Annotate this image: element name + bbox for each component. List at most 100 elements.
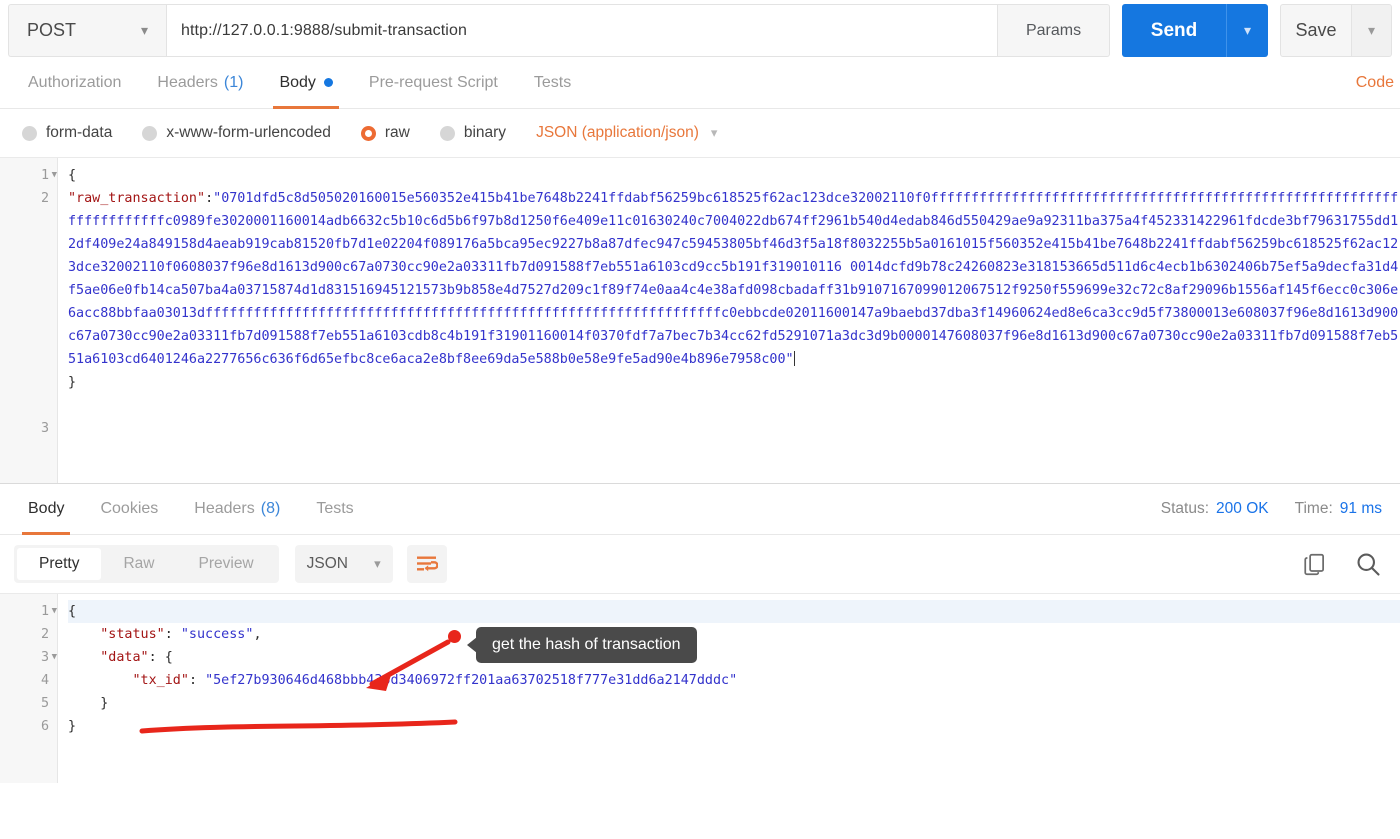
- radio-icon: [22, 126, 37, 141]
- save-button[interactable]: Save: [1280, 4, 1352, 57]
- tab-label: Authorization: [28, 74, 121, 92]
- send-options-chevron-icon[interactable]: ▾: [1226, 4, 1268, 57]
- line-number: 3: [0, 417, 57, 440]
- json-key-status: "status": [100, 627, 165, 642]
- response-tab-tests[interactable]: Tests: [298, 483, 371, 535]
- body-type-form-data[interactable]: form-data: [22, 124, 112, 142]
- request-body-editor[interactable]: 1 ▼ 2 3 {"raw_transaction":"0701dfd5c8d5…: [0, 157, 1400, 483]
- tab-pre-request-script[interactable]: Pre-request Script: [351, 57, 516, 109]
- chevron-down-icon: ▾: [711, 125, 718, 141]
- json-quote: ": [786, 352, 794, 367]
- body-modified-dot-icon: [324, 78, 333, 87]
- line-number: 2: [0, 187, 57, 210]
- response-code-area[interactable]: { "status": "success", "data": { "tx_id"…: [58, 594, 1400, 783]
- send-button-group: Send ▾: [1122, 4, 1268, 57]
- raw-transaction-hex: 0701dfd5c8d505020160015e560352e415b41be7…: [68, 191, 1398, 367]
- time-value: 91 ms: [1340, 500, 1382, 518]
- code-line: "data": {: [68, 646, 1400, 669]
- code-line: "status": "success",: [68, 623, 1400, 646]
- tab-authorization[interactable]: Authorization: [10, 57, 139, 109]
- code-line: }: [68, 715, 1400, 738]
- line-number: 4: [0, 669, 57, 692]
- chevron-down-icon: ▾: [141, 22, 148, 39]
- request-code-area[interactable]: {"raw_transaction":"0701dfd5c8d505020160…: [58, 158, 1400, 483]
- content-type-selector[interactable]: JSON (application/json) ▾: [536, 124, 717, 142]
- response-format-label: JSON: [307, 555, 348, 573]
- tab-label: Tests: [534, 74, 571, 92]
- content-type-label: JSON (application/json): [536, 124, 699, 142]
- tab-label: Tests: [316, 500, 353, 518]
- json-key: "raw_transaction": [68, 191, 205, 206]
- params-button[interactable]: Params: [998, 4, 1110, 57]
- body-type-label: x-www-form-urlencoded: [166, 124, 331, 142]
- tab-label: Headers: [157, 74, 217, 92]
- http-method-label: POST: [27, 20, 76, 41]
- copy-icon[interactable]: [1302, 551, 1328, 577]
- json-brace: }: [68, 375, 76, 390]
- line-number: 2: [0, 623, 57, 646]
- response-body-editor[interactable]: 1 ▼ 2 3 ▼ 4 5 6 { "status": "success", "…: [0, 593, 1400, 783]
- http-method-selector[interactable]: POST ▾: [8, 4, 166, 57]
- body-type-binary[interactable]: binary: [440, 124, 506, 142]
- body-type-urlencoded[interactable]: x-www-form-urlencoded: [142, 124, 331, 142]
- response-headers-count: (8): [261, 500, 281, 518]
- tab-label: Cookies: [100, 500, 158, 518]
- url-input[interactable]: http://127.0.0.1:9888/submit-transaction: [166, 4, 998, 57]
- fold-arrow-icon[interactable]: ▼: [52, 164, 57, 187]
- fold-arrow-icon[interactable]: ▼: [52, 600, 57, 623]
- time-label: Time:: [1295, 500, 1333, 518]
- response-format-selector[interactable]: JSON ▾: [295, 545, 393, 583]
- headers-count: (1): [224, 74, 244, 92]
- text-caret: [794, 351, 795, 366]
- view-mode-pretty[interactable]: Pretty: [17, 548, 101, 580]
- code-link[interactable]: Code: [1356, 74, 1394, 92]
- json-value-tx-id: "5ef27b930646d468bbb436d3406972ff201aa63…: [205, 673, 737, 688]
- tab-label: Body: [28, 500, 64, 518]
- view-mode-preview[interactable]: Preview: [177, 548, 276, 580]
- tab-tests[interactable]: Tests: [516, 57, 589, 109]
- response-action-icons: [1302, 550, 1382, 578]
- tab-label: Body: [279, 74, 315, 92]
- radio-icon: [440, 126, 455, 141]
- view-mode-raw[interactable]: Raw: [101, 548, 176, 580]
- json-key-tx-id: "tx_id": [133, 673, 189, 688]
- line-wrap-spacer: [0, 210, 57, 417]
- search-icon[interactable]: [1354, 550, 1382, 578]
- request-gutter: 1 ▼ 2 3: [0, 158, 58, 483]
- line-number: 1 ▼: [0, 164, 57, 187]
- body-type-raw[interactable]: raw: [361, 124, 410, 142]
- body-type-row: form-data x-www-form-urlencoded raw bina…: [0, 109, 1400, 157]
- json-colon: :: [205, 191, 213, 206]
- url-text: http://127.0.0.1:9888/submit-transaction: [181, 22, 467, 40]
- line-number: 3 ▼: [0, 646, 57, 669]
- word-wrap-button[interactable]: [407, 545, 447, 583]
- tab-label: Headers: [194, 500, 254, 518]
- response-tab-cookies[interactable]: Cookies: [82, 483, 176, 535]
- body-type-label: form-data: [46, 124, 112, 142]
- json-key-data: "data": [100, 650, 148, 665]
- status-label: Status:: [1161, 500, 1209, 518]
- status-value: 200 OK: [1216, 500, 1269, 518]
- response-meta: Status: 200 OK Time: 91 ms: [1161, 500, 1382, 518]
- save-options-chevron-icon[interactable]: ▾: [1352, 4, 1392, 57]
- json-brace: }: [68, 719, 76, 734]
- radio-selected-icon: [361, 126, 376, 141]
- tab-headers[interactable]: Headers (1): [139, 57, 261, 109]
- response-tab-body[interactable]: Body: [10, 483, 82, 535]
- save-button-group: Save ▾: [1280, 4, 1392, 57]
- code-line: {: [68, 600, 1400, 623]
- body-type-label: raw: [385, 124, 410, 142]
- request-url-bar: POST ▾ http://127.0.0.1:9888/submit-tran…: [0, 0, 1400, 57]
- send-button[interactable]: Send: [1122, 4, 1226, 57]
- line-number: 6: [0, 715, 57, 738]
- response-gutter: 1 ▼ 2 3 ▼ 4 5 6: [0, 594, 58, 783]
- response-tab-headers[interactable]: Headers (8): [176, 483, 298, 535]
- fold-arrow-icon[interactable]: ▼: [52, 646, 57, 669]
- json-quote: ": [213, 191, 221, 206]
- word-wrap-icon: [416, 555, 438, 573]
- chevron-down-icon: ▾: [374, 556, 381, 572]
- json-brace: {: [68, 604, 76, 619]
- tab-body[interactable]: Body: [261, 57, 350, 109]
- json-value-status: "success": [181, 627, 254, 642]
- response-tab-bar: Body Cookies Headers (8) Tests Status: 2…: [0, 483, 1400, 535]
